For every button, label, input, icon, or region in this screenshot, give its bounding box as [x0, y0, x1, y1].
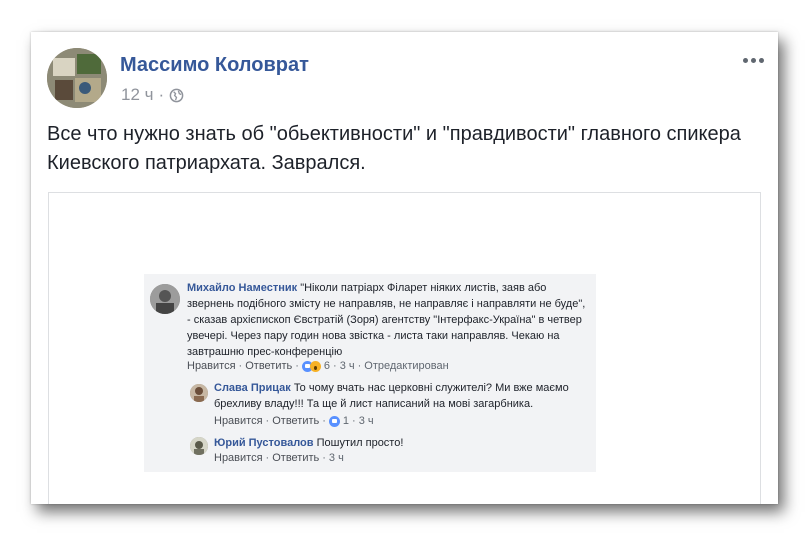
- reply-link[interactable]: Ответить: [272, 415, 319, 427]
- comment-screenshot: Михайло Наместник "Ніколи патріарх Філар…: [144, 274, 596, 472]
- post-text: Все что нужно знать об "обьективности" и…: [47, 123, 741, 174]
- author-avatar[interactable]: [47, 48, 107, 108]
- comment-actions: Нравится · Ответить · 6 · 3 ч · Отредакт…: [187, 360, 449, 372]
- like-link[interactable]: Нравится: [187, 360, 236, 372]
- more-options-button[interactable]: [739, 50, 767, 70]
- comment-author[interactable]: Михайло Наместник: [187, 282, 297, 294]
- like-link[interactable]: Нравится: [214, 415, 263, 427]
- reply-link[interactable]: Ответить: [245, 360, 292, 372]
- edited-label[interactable]: Отредактирован: [364, 360, 448, 372]
- meta-separator: ·: [158, 85, 165, 104]
- globe-icon[interactable]: [169, 88, 184, 103]
- more-horizontal-icon: [742, 57, 748, 63]
- reply-link[interactable]: Ответить: [272, 452, 319, 464]
- reply-time[interactable]: 3 ч: [359, 415, 374, 427]
- reactions[interactable]: [328, 415, 340, 427]
- reply-body: Юрий Пустовалов Пошутил просто!: [214, 435, 584, 451]
- reply-time[interactable]: 3 ч: [329, 452, 344, 464]
- reactions-count: 1: [342, 415, 350, 427]
- post-card: Массимо Коловрат 12 ч · Все что нужно зн…: [31, 32, 778, 504]
- reply-text: Пошутил просто!: [316, 437, 404, 449]
- comment-time[interactable]: 3 ч: [340, 360, 355, 372]
- post-time[interactable]: 12 ч: [121, 85, 154, 105]
- reply-actions: Нравится · Ответить · 1 · 3 ч: [214, 415, 374, 427]
- like-reaction-icon: [328, 415, 340, 427]
- reply-author[interactable]: Юрий Пустовалов: [214, 437, 314, 449]
- attached-image[interactable]: Михайло Наместник "Ніколи патріарх Філар…: [48, 192, 761, 504]
- reactions-count: 6: [323, 360, 331, 372]
- reply-actions: Нравится · Ответить · 3 ч: [214, 452, 344, 464]
- reply-avatar: [190, 384, 208, 402]
- post-meta: 12 ч ·: [121, 85, 184, 105]
- reply-author[interactable]: Слава Прицак: [214, 382, 291, 394]
- author-name[interactable]: Массимо Коловрат: [120, 54, 309, 77]
- like-link[interactable]: Нравится: [214, 452, 263, 464]
- reply-avatar: [190, 437, 208, 455]
- reactions[interactable]: [301, 360, 321, 372]
- commenter-avatar: [150, 284, 180, 314]
- wow-reaction-icon: [309, 360, 321, 372]
- reply-body: Слава Прицак То чому вчать нас церковні …: [214, 380, 584, 412]
- comment-body: Михайло Наместник "Ніколи патріарх Філар…: [187, 280, 587, 360]
